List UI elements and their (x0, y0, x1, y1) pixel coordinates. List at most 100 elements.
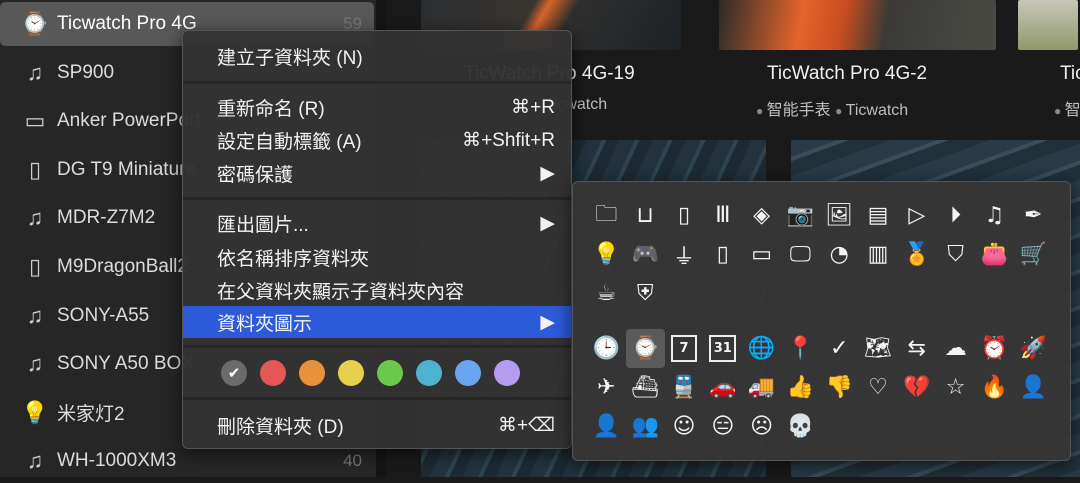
layers-icon[interactable]: ◈ (742, 196, 781, 235)
menu-label: 建立子資料夾 (N) (217, 47, 363, 69)
color-swatch[interactable] (455, 360, 481, 386)
color-swatch[interactable] (494, 360, 520, 386)
heart-icon[interactable]: ♡ (859, 368, 898, 407)
cloud-icon[interactable]: ☁ (936, 329, 975, 368)
plane-icon[interactable]: ✈ (587, 368, 626, 407)
broken-heart-icon[interactable]: 💔 (897, 368, 936, 407)
wallet-icon[interactable]: 👛 (975, 235, 1014, 274)
video-icon[interactable]: ⏵ (936, 196, 975, 235)
pen-icon[interactable]: ✒ (1014, 196, 1053, 235)
photo-thumb[interactable] (719, 0, 996, 50)
phone-icon: ▯ (28, 156, 42, 182)
ship-icon[interactable]: ⛴ (626, 368, 665, 407)
bar-chart-icon[interactable]: ▥ (859, 235, 898, 274)
menu-item-auto-tag[interactable]: 設定自動標籤 (A) ⌘+Shfit+R (183, 124, 571, 156)
color-swatch[interactable] (416, 360, 442, 386)
calendar-7-icon[interactable]: 7 (665, 329, 704, 368)
folder-name: SONY-A55 (57, 304, 150, 326)
folder-name: SP900 (57, 61, 115, 83)
color-swatch[interactable]: ✔ (221, 360, 247, 386)
camera-icon[interactable]: 📷 (781, 196, 820, 235)
badge-icon[interactable]: ⛉ (936, 235, 975, 274)
user-icon[interactable]: 👤 (1014, 368, 1053, 407)
award-icon[interactable]: 🏅 (897, 235, 936, 274)
book-icon[interactable]: ▯ (665, 196, 704, 235)
menu-item-rename[interactable]: 重新命名 (R) ⌘+R (183, 91, 571, 123)
tag[interactable]: 智能手表 (756, 102, 831, 119)
gamepad-icon[interactable]: 🎮 (626, 235, 665, 274)
map-icon[interactable]: 🗺 (859, 329, 898, 368)
menu-item-new-subfolder[interactable]: 建立子資料夾 (N) (183, 40, 571, 72)
user-2-icon[interactable]: 👤 (587, 407, 626, 446)
menu-separator (183, 397, 571, 400)
menu-item-show-subfolders[interactable]: 在父資料夾顯示子資料夾內容 (183, 274, 571, 306)
music-icon[interactable]: ♫ (975, 196, 1014, 235)
card-title[interactable]: Tic (1060, 63, 1080, 85)
color-swatch[interactable] (299, 360, 325, 386)
menu-label: 匯出圖片... (217, 214, 309, 236)
menu-item-folder-icon[interactable]: 資料夾圖示 ▶ (183, 306, 571, 338)
menu-label: 依名稱排序資料夾 (217, 248, 370, 270)
smile-icon[interactable]: ☺ (665, 407, 704, 446)
cart-icon[interactable]: 🛒 (1014, 235, 1053, 274)
menu-label: 在父資料夾顯示子資料夾內容 (217, 281, 465, 303)
thumbs-down-icon[interactable]: 👎 (820, 368, 859, 407)
train-icon[interactable]: 🚆 (665, 368, 704, 407)
signpost-icon[interactable]: ⇆ (897, 329, 936, 368)
color-swatch[interactable] (260, 360, 286, 386)
photo-thumb[interactable] (1018, 0, 1078, 50)
menu-item-sort[interactable]: 依名稱排序資料夾 (183, 241, 571, 273)
folder-icon[interactable]: 🗀 (587, 196, 626, 235)
calendar-31-icon[interactable]: 31 (703, 329, 742, 368)
tag[interactable]: Ticwatch (835, 102, 908, 119)
icon-group-symbols: 🕒 ⌚ 7 31 🌐 📍 ✓ 🗺 ⇆ ☁ ⏰ 🚀 ✈ ⛴ 🚆 🚗 🚚 👍 👎 ♡ 💔 ☆ 🔥 👤 👤 👥 ☺ 😑 ☹ 💀 (587, 329, 1053, 446)
globe-icon[interactable]: 🌐 (742, 329, 781, 368)
menu-label: 資料夾圖示 (217, 313, 313, 335)
skull-icon[interactable]: 💀 (781, 407, 820, 446)
card-title[interactable]: TicWatch Pro 4G-2 (767, 63, 927, 85)
car-icon[interactable]: 🚗 (703, 368, 742, 407)
watch-icon[interactable]: ⌚ (625, 329, 665, 368)
tablet-icon[interactable]: ▭ (742, 235, 781, 274)
lamp-icon[interactable]: ⏚ (665, 235, 704, 274)
menu-label: 刪除資料夾 (D) (217, 416, 344, 438)
image-icon[interactable]: 🖼 (820, 196, 859, 235)
pie-chart-icon[interactable]: ◔ (820, 235, 859, 274)
folder-context-menu: 建立子資料夾 (N) 重新命名 (R) ⌘+R 設定自動標籤 (A) ⌘+Shfit… (182, 30, 572, 449)
shortcut: ⌘+⌫ (498, 414, 555, 436)
menu-item-export[interactable]: 匯出圖片... ▶ (183, 207, 571, 239)
watch-icon: ⌚ (21, 11, 49, 36)
coffee-icon[interactable]: ☕ (587, 274, 626, 313)
sad-icon[interactable]: ☹ (742, 407, 781, 446)
tag[interactable]: 智 (1054, 102, 1080, 119)
menu-item-delete[interactable]: 刪除資料夾 (D) ⌘+⌫ (183, 409, 571, 441)
truck-icon[interactable]: 🚚 (742, 368, 781, 407)
neutral-icon[interactable]: 😑 (703, 407, 742, 446)
monitor-icon[interactable]: 🖵 (781, 235, 820, 274)
submenu-arrow-icon: ▶ (540, 311, 555, 333)
pin-check-icon[interactable]: ✓ (820, 329, 859, 368)
play-icon[interactable]: ▷ (897, 196, 936, 235)
star-icon[interactable]: ☆ (936, 368, 975, 407)
phone-icon[interactable]: ▯ (703, 235, 742, 274)
shield-icon[interactable]: ⛨ (626, 274, 665, 313)
color-swatch[interactable] (338, 360, 364, 386)
color-swatch[interactable] (377, 360, 403, 386)
menu-label: 密碼保護 (217, 164, 294, 186)
shortcut: ⌘+Shfit+R (462, 129, 555, 151)
alarm-icon[interactable]: ⏰ (975, 329, 1014, 368)
pin-icon[interactable]: 📍 (781, 329, 820, 368)
photos-icon[interactable]: ▤ (859, 196, 898, 235)
users-icon[interactable]: 👥 (626, 407, 665, 446)
thumbs-up-icon[interactable]: 👍 (781, 368, 820, 407)
folder-name: M9DragonBall2 (57, 256, 188, 277)
card-tags: 智 (1054, 96, 1080, 120)
bulb-icon[interactable]: 💡 (587, 235, 626, 274)
icon-group-objects: 🗀 ⊔ ▯ Ⅲ ◈ 📷 🖼 ▤ ▷ ⏵ ♫ ✒ 💡 🎮 ⏚ ▯ ▭ 🖵 ◔ ▥ 🏅 ⛉ 👛 🛒 ☕ ⛨ (587, 196, 1053, 313)
fire-icon[interactable]: 🔥 (975, 368, 1014, 407)
inbox-icon[interactable]: ⊔ (626, 196, 665, 235)
clock-icon[interactable]: 🕒 (587, 329, 626, 368)
rocket-icon[interactable]: 🚀 (1014, 329, 1053, 368)
menu-item-password[interactable]: 密碼保護 ▶ (183, 157, 571, 189)
library-icon[interactable]: Ⅲ (703, 196, 742, 235)
